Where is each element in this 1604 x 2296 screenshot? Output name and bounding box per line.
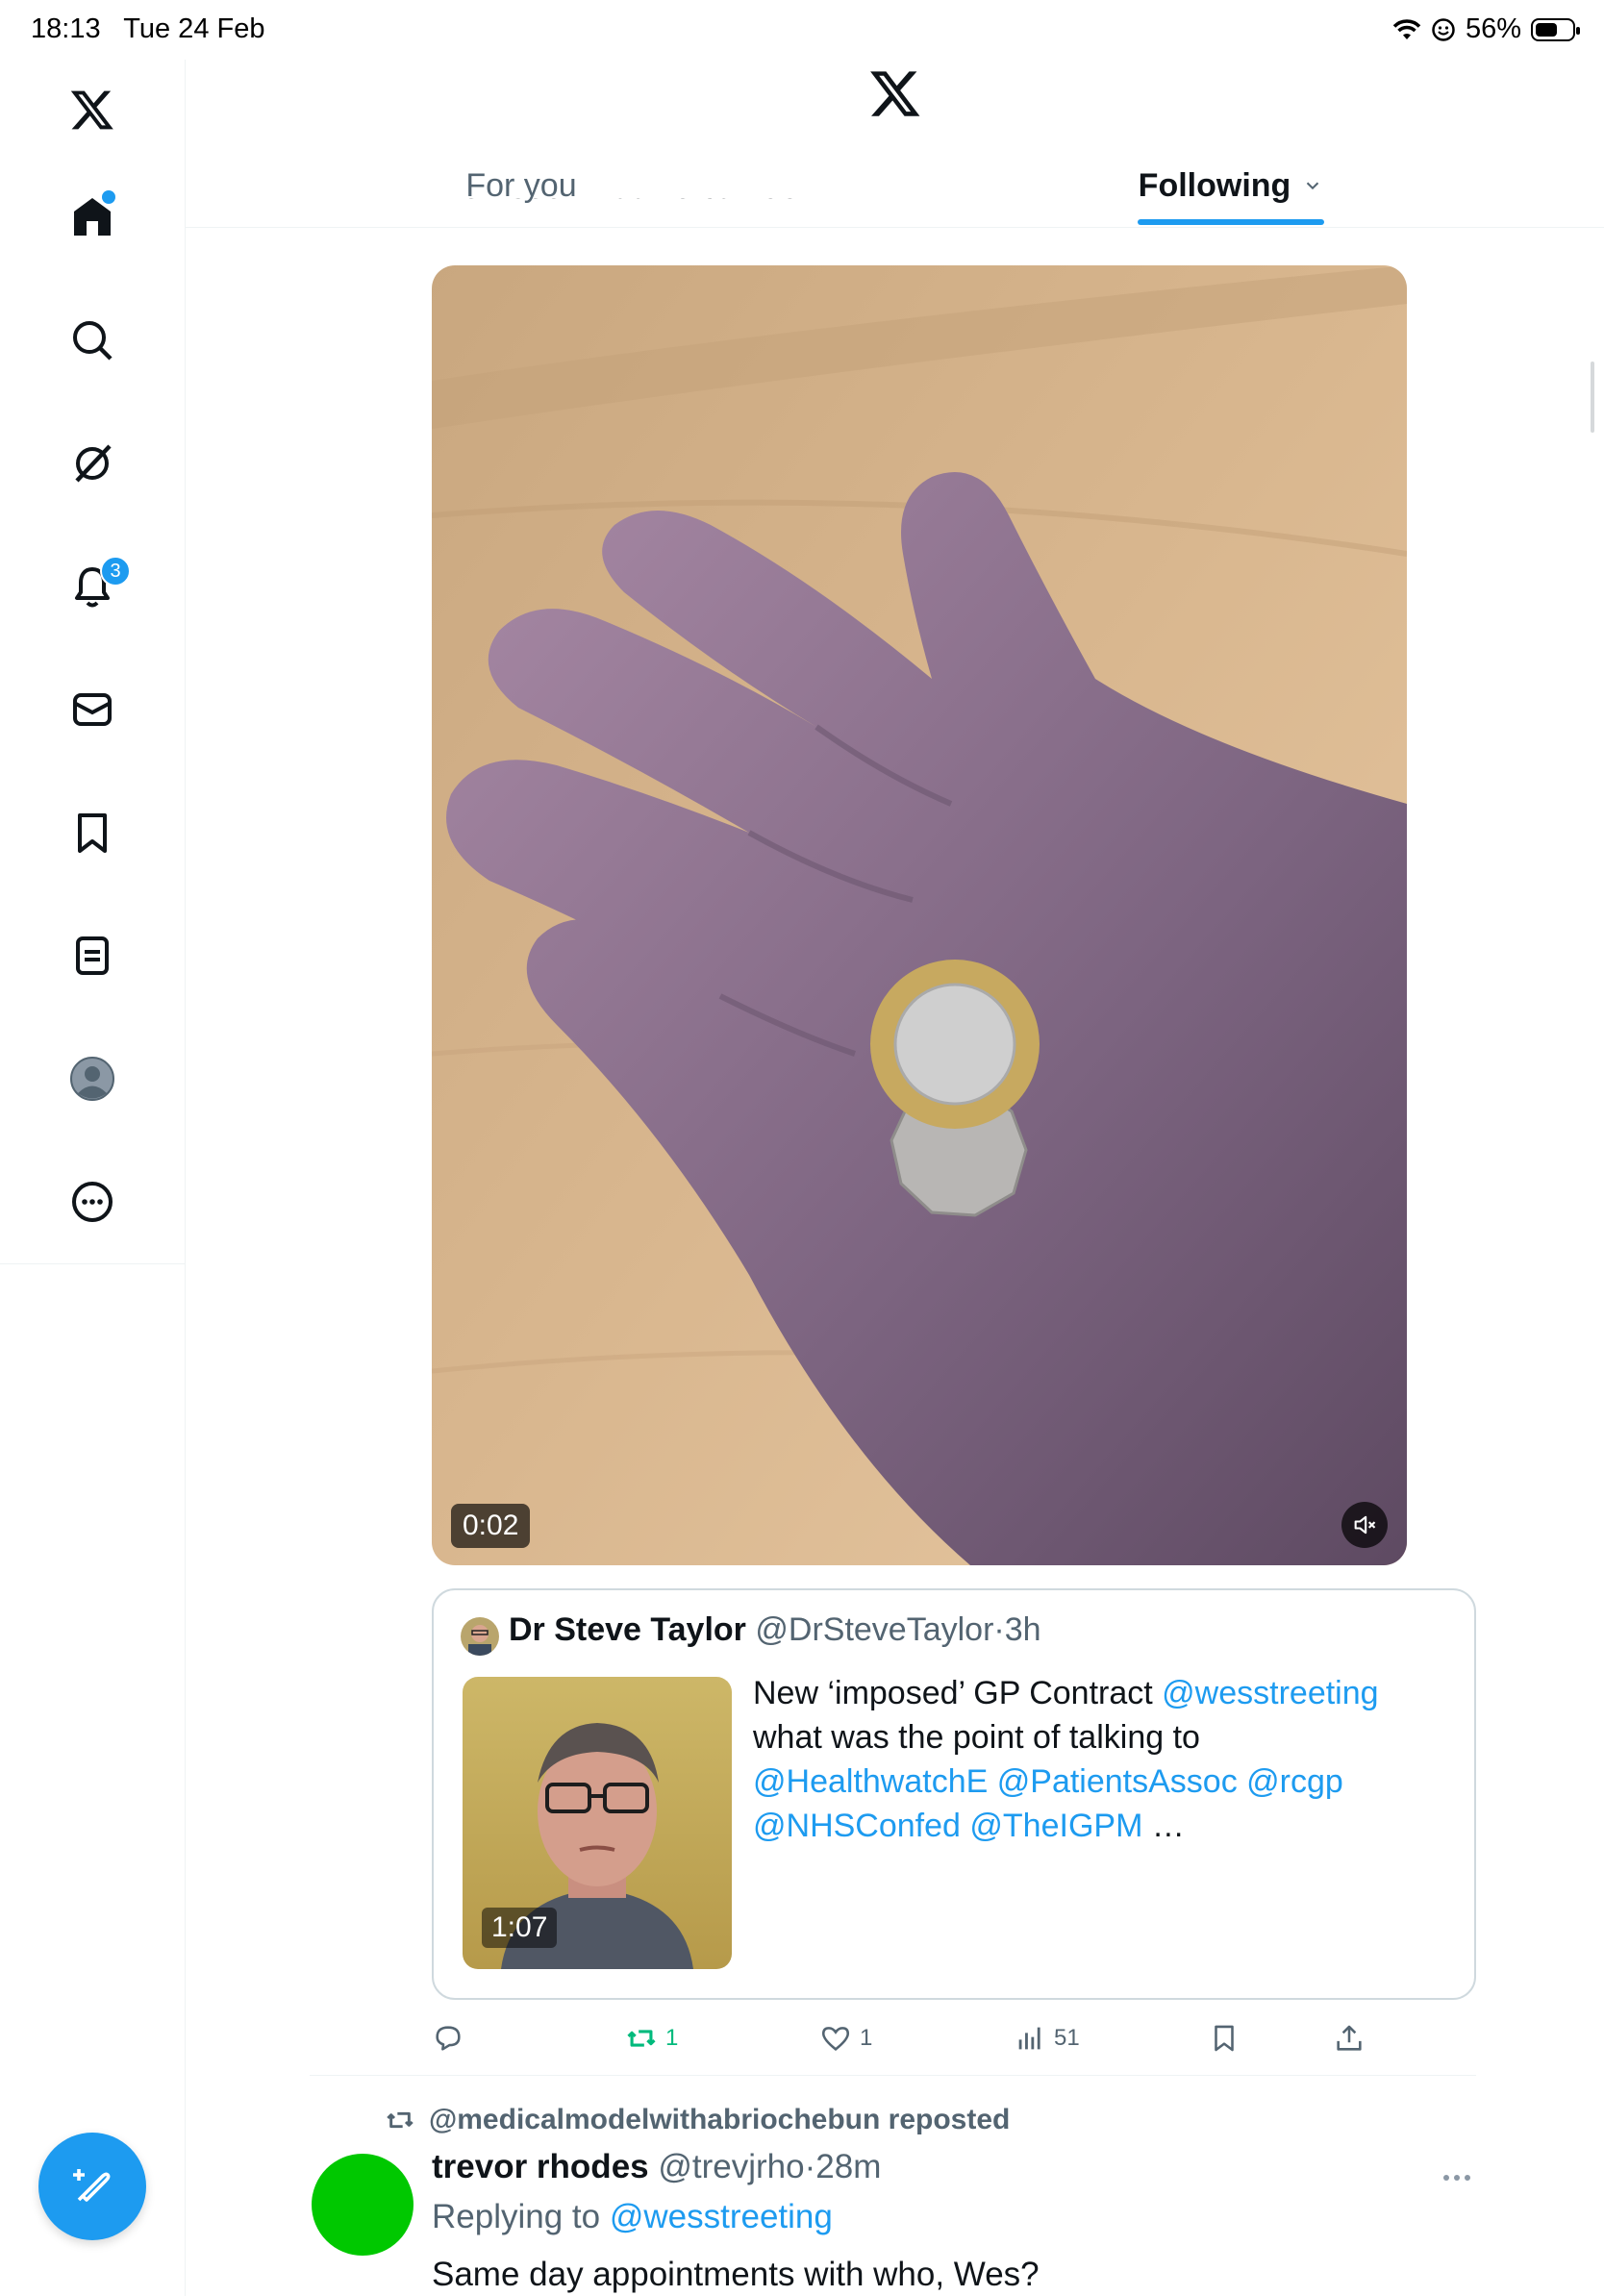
top-x-logo-icon[interactable] [862,60,929,127]
sidebar-item-home[interactable] [46,171,138,263]
like-count: 1 [860,2025,873,2051]
author-name[interactable]: trevor rhodes [432,2148,649,2185]
mention-link[interactable]: @wesstreeting [1162,1675,1378,1711]
sidebar-item-more[interactable] [46,1156,138,1248]
views-button[interactable]: 51 [1014,2017,1080,2059]
tweet-header: trevor rhodes @trevjrho·28m [432,2148,881,2186]
ellipsis: … [1142,1808,1185,1844]
replying-label: Replying to [432,2198,610,2235]
ellipsis-icon [1443,2175,1470,2181]
retweet-icon [387,2111,414,2129]
status-indicators: 56% [1392,13,1580,45]
avatar-icon [70,1057,114,1101]
more-circle-icon [72,1182,113,1222]
video-timestamp: 0:02 [451,1504,531,1548]
tweet-divider [310,2075,1476,2076]
grok-icon [75,444,112,483]
quote-text-part: New ‘imposed’ GP Contract [753,1675,1163,1711]
date: Tue 24 Feb [123,13,265,44]
retweet-icon [627,2030,656,2047]
mention-link[interactable]: @PatientsAssoc [997,1763,1238,1800]
retweet-count: 1 [665,2025,679,2051]
separator-dot: · [804,2148,816,2185]
sidebar-item-explore[interactable] [46,294,138,387]
focus-smiley-icon [1432,17,1455,41]
retweet-button[interactable]: 1 [625,2017,678,2059]
like-button[interactable]: 1 [819,2017,872,2059]
mention-link[interactable]: @TheIGPM [969,1808,1142,1844]
mail-icon [73,693,112,726]
sidebar-item-lists[interactable] [46,910,138,1002]
tab-following-label: Following [1138,166,1291,204]
repost-context[interactable]: @medicalmodelwithabriochebun reposted [385,2104,1010,2136]
clock: 18:13 [31,13,101,44]
quote-author-name[interactable]: Dr Steve Taylor [509,1611,746,1648]
battery-icon [1531,17,1580,41]
bookmark-icon [1215,2025,1234,2052]
mention-link[interactable]: @NHSConfed [753,1808,961,1844]
quote-header: Dr Steve Taylor @DrSteveTaylor·3h [509,1611,1041,1649]
sidebar-item-bookmarks[interactable] [46,786,138,879]
share-button[interactable] [1333,2017,1366,2059]
quote-time: 3h [1004,1611,1041,1648]
notification-badge: 3 [100,556,131,586]
sidebar-divider [0,1263,185,1264]
bookmark-icon [78,813,107,853]
quote-text-part: what was the point of talking to [753,1719,1200,1756]
video-frame-hand-with-coins [432,265,1407,1565]
scrollbar[interactable] [1591,362,1594,433]
post-text-truncated: We'll see what we can do! [432,198,808,227]
quote-author-handle[interactable]: @DrSteveTaylor [755,1611,993,1648]
chevron-down-icon [1307,182,1319,190]
quote-text: New ‘imposed’ GP Contract @wesstreeting … [753,1671,1445,1848]
sidebar-item-grok[interactable] [46,417,138,510]
share-icon [1337,2025,1362,2051]
header-divider [185,227,1604,228]
mention-link[interactable]: @wesstreeting [610,2198,833,2235]
more-options-button[interactable] [1442,2154,1471,2191]
sidebar-item-profile[interactable] [46,1033,138,1125]
post-video[interactable]: 0:02 [432,265,1407,1565]
heart-icon [821,2027,850,2051]
tab-following[interactable]: Following [858,144,1604,227]
repost-by-label: @medicalmodelwithabriochebun reposted [429,2104,1011,2135]
compose-button[interactable] [38,2133,146,2240]
quote-author-avatar[interactable] [461,1617,499,1656]
mention-link[interactable]: @rcgp [1246,1763,1343,1800]
battery-percent: 56% [1465,13,1521,44]
reply-button[interactable] [432,2017,464,2059]
wifi-icon [1392,18,1421,39]
bookmark-button[interactable] [1208,2017,1241,2059]
search-icon [73,321,113,361]
author-handle[interactable]: @trevjrho [658,2148,804,2185]
bar-chart-icon [1018,2027,1040,2050]
author-avatar[interactable] [312,2154,414,2256]
quoted-tweet[interactable]: Dr Steve Taylor @DrSteveTaylor·3h 1:07 N… [432,1588,1476,2000]
x-logo-icon[interactable] [46,63,138,156]
separator-dot: · [993,1611,1005,1648]
tweet-text: Same day appointments with who, Wes? [432,2256,1040,2293]
view-count: 51 [1054,2025,1080,2051]
sidebar-item-notifications[interactable]: 3 [46,540,138,633]
active-tab-indicator [1138,219,1324,225]
sidebar-item-messages[interactable] [46,663,138,756]
quote-video-timestamp: 1:07 [482,1908,558,1948]
mention-link[interactable]: @HealthwatchE [753,1763,988,1800]
list-icon [76,936,109,975]
status-time: 18:13 Tue 24 Feb [31,13,264,45]
quote-video-thumbnail[interactable]: 1:07 [463,1677,732,1969]
reply-bubble-icon [436,2026,461,2051]
compose-feather-icon [73,2169,111,2202]
unread-dot [102,190,115,204]
speaker-muted-icon [1354,1515,1376,1535]
mute-button[interactable] [1341,1502,1388,1548]
replying-to: Replying to @wesstreeting [432,2198,833,2236]
tweet-time: 28m [815,2148,882,2185]
